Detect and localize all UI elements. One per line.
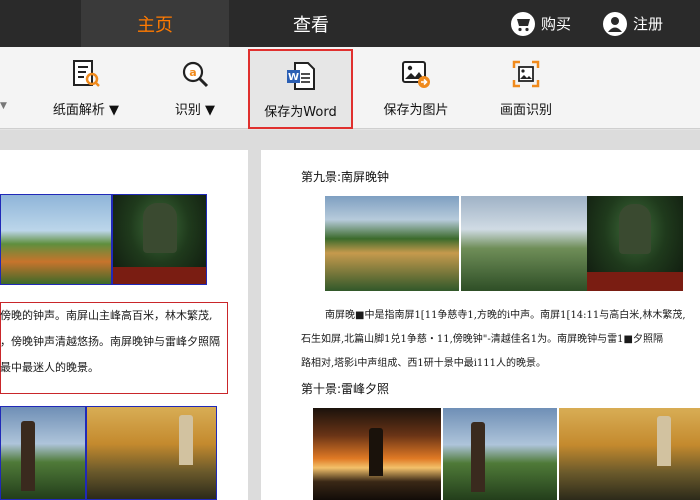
- golden-pagoda-photo-right: [559, 408, 700, 500]
- save-image-icon: [401, 59, 431, 89]
- pagoda-photo: [0, 406, 86, 500]
- cart-icon: [511, 11, 535, 36]
- register-label: 注册: [633, 15, 664, 33]
- paper-analysis-label: 纸面解析 ▼: [52, 103, 120, 118]
- ocr-line-2: 石生如屏,北篇山脚1兑1争慈・11,傍晚钟"-清越佳名1为。南屏晚钟与雷1■夕照…: [301, 334, 663, 345]
- tab-home[interactable]: 主页: [81, 0, 229, 47]
- dropdown-arrow-icon[interactable]: ▼: [0, 101, 7, 111]
- tab-view[interactable]: 查看: [236, 0, 386, 47]
- golden-pagoda-photo: [86, 406, 217, 500]
- original-page: 傍晚的钟声。南屏山主峰高百米，林木繁茂, ，傍晚钟声清越悠扬。南屏晚钟与雷峰夕照…: [0, 150, 248, 500]
- svg-text:W: W: [287, 72, 298, 83]
- leifeng-photo: [443, 408, 557, 500]
- doc-search-icon: [71, 59, 101, 89]
- save-as-word-button[interactable]: W 保存为Word: [248, 49, 353, 129]
- text-line-3: 最中最迷人的晚景。: [0, 361, 99, 374]
- save-as-image-label: 保存为图片: [383, 103, 449, 118]
- recognize-button[interactable]: a 识别 ▼: [164, 51, 226, 125]
- save-as-word-label: 保存为Word: [264, 105, 337, 120]
- text-line-2: ，傍晚钟声清越悠扬。南屏晚钟与雷峰夕照隔: [0, 335, 220, 348]
- temple-photo: [325, 196, 459, 291]
- buy-label: 购买: [541, 15, 572, 33]
- city-photo: [461, 196, 587, 291]
- ribbon-toolbar: ▼ 纸面解析 ▼ a 识别 ▼ W 保存为Word 保存为图片 画面识别: [0, 47, 700, 129]
- bell-photo-right: [587, 196, 683, 291]
- text-line-1: 傍晚的钟声。南屏山主峰高百米，林木繁茂,: [0, 309, 213, 322]
- converted-page: 第九景:南屏晚钟 南屏晚■中是指南屏1[11争慈寺1,方晚的i中声。南屏1[14…: [261, 150, 700, 500]
- word-doc-icon: W: [286, 61, 316, 91]
- buy-button[interactable]: 购买: [511, 0, 571, 47]
- bell-photo: [112, 194, 207, 285]
- screen-recognize-label: 画面识别: [499, 103, 552, 118]
- sunset-photo: [313, 408, 441, 500]
- ocr-line-1: 南屏晚■中是指南屏1[11争慈寺1,方晚的i中声。南屏1[14:11与高白米,林…: [325, 310, 686, 321]
- recognize-label: 识别 ▼: [174, 103, 216, 118]
- paper-analysis-button[interactable]: 纸面解析 ▼: [42, 51, 130, 125]
- document-view-area: 傍晚的钟声。南屏山主峰高百米，林木繁茂, ，傍晚钟声清越悠扬。南屏晚钟与雷峰夕照…: [0, 130, 700, 500]
- heading-scene-9: 第九景:南屏晚钟: [301, 170, 390, 184]
- heading-scene-10: 第十景:雷峰夕照: [301, 382, 390, 396]
- register-button[interactable]: 注册: [603, 0, 663, 47]
- ocr-magnifier-icon: a: [180, 59, 210, 89]
- top-bar: 主页 查看 购买 注册: [0, 0, 700, 47]
- ocr-line-3: 路相对,塔影i中声组成、西1研十景中最i111人的晚景。: [301, 358, 547, 369]
- screen-recognize-button[interactable]: 画面识别: [490, 51, 562, 125]
- svg-text:a: a: [189, 66, 196, 79]
- user-icon: [603, 11, 627, 36]
- save-as-image-button[interactable]: 保存为图片: [374, 51, 458, 125]
- west-lake-photo: [0, 194, 112, 285]
- screen-capture-icon: [511, 59, 541, 89]
